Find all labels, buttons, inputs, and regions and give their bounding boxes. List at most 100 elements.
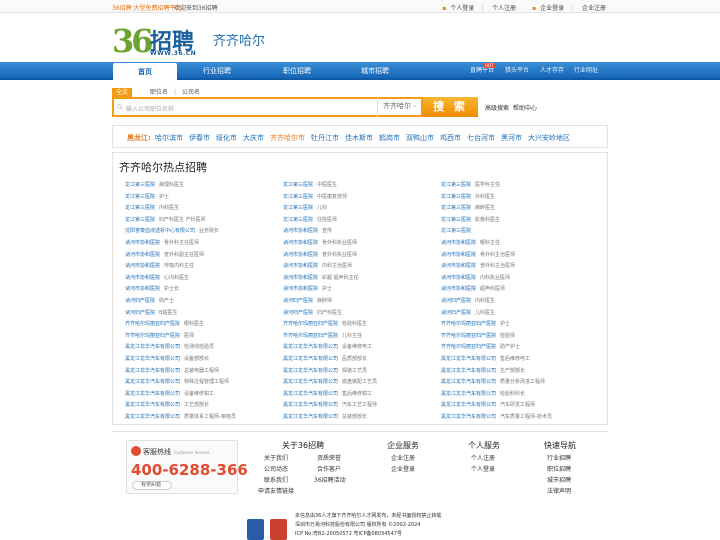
job-company-link[interactable]: 讷河市协和医院 xyxy=(441,263,476,269)
job-position-link[interactable]: 汽车质量工程师-技术员 xyxy=(500,414,552,420)
job-position-link[interactable]: 汽车工艺工程师 xyxy=(342,402,377,408)
job-position-link[interactable]: 焊装工艺员 xyxy=(342,368,367,374)
city-link[interactable]: 牡丹江市 xyxy=(311,133,339,143)
job-company-link[interactable]: 齐齐哈尔玛丽亚妇产医院 xyxy=(441,333,496,339)
footer-link[interactable]: 城市招聘 xyxy=(547,475,571,484)
footer-link[interactable]: 资质荣誉 xyxy=(317,453,341,462)
job-position-link[interactable]: 彩超 超声科主任 xyxy=(322,275,359,281)
footer-link[interactable]: 申请友情链接 xyxy=(258,486,294,495)
job-company-link[interactable]: 龙江第三医院 xyxy=(283,205,313,211)
job-position-link[interactable]: 生产部部长 xyxy=(500,368,525,374)
nav-talent[interactable]: 人才存存 xyxy=(540,62,564,80)
job-company-link[interactable]: 讷河妇产医院 xyxy=(125,310,155,316)
nav-headhunter[interactable]: 猎头平台 xyxy=(505,62,529,80)
help-center-link[interactable]: 帮助中心 xyxy=(513,103,537,112)
job-company-link[interactable]: 黑龙江龙华汽车有限公司 xyxy=(283,356,338,362)
job-position-link[interactable]: 中医医生 xyxy=(317,182,337,188)
job-company-link[interactable]: 齐齐哈尔玛丽亚妇产医院 xyxy=(441,321,496,327)
job-company-link[interactable]: 龙江第三医院 xyxy=(441,228,471,234)
job-company-link[interactable]: 讷河市协和医院 xyxy=(125,252,160,258)
job-company-link[interactable]: 黑龙江龙华汽车有限公司 xyxy=(125,344,180,350)
job-position-link[interactable]: 宣传 xyxy=(322,228,332,234)
job-position-link[interactable]: B超医生 xyxy=(159,310,177,316)
job-position-link[interactable]: 工艺部部长 xyxy=(184,402,209,408)
city-select[interactable]: 齐齐哈尔 ⌄ xyxy=(377,97,423,117)
footer-link[interactable]: 法律声明 xyxy=(547,486,571,495)
job-company-link[interactable]: 黑龙江龙华汽车有限公司 xyxy=(441,368,496,374)
job-position-link[interactable]: 医学科主任 xyxy=(475,182,500,188)
job-company-link[interactable]: 龙江第三医院 xyxy=(125,182,155,188)
job-position-link[interactable]: 住院医师 xyxy=(317,217,337,223)
job-company-link[interactable]: 黑龙江龙华汽车有限公司 xyxy=(441,402,496,408)
job-company-link[interactable]: 黑龙江龙华汽车有限公司 xyxy=(283,344,338,350)
footer-link[interactable]: 关于我们 xyxy=(264,453,288,462)
company-login-link[interactable]: 企业登录 xyxy=(540,5,564,12)
city-link[interactable]: 大庆市 xyxy=(243,133,264,143)
job-position-link[interactable]: 妇产科医生 xyxy=(317,310,342,316)
nav-city[interactable]: 城市招聘 xyxy=(343,62,407,80)
job-position-link[interactable]: 内科医生 xyxy=(159,205,179,211)
job-position-link[interactable]: 业务院长 xyxy=(199,228,219,234)
footer-link[interactable]: 公司动态 xyxy=(264,464,288,473)
job-company-link[interactable]: 讷河市协和医院 xyxy=(283,240,318,246)
job-position-link[interactable]: 总装部部长 xyxy=(342,414,367,420)
search-tab-company[interactable]: 公司名 xyxy=(182,88,200,97)
job-position-link[interactable]: 检验师 xyxy=(500,333,515,339)
city-link[interactable]: 佳木斯市 xyxy=(345,133,373,143)
job-company-link[interactable]: 黑龙江龙华汽车有限公司 xyxy=(441,414,496,420)
footer-link[interactable]: 个人登录 xyxy=(471,464,495,473)
job-company-link[interactable]: 讷河市协和医院 xyxy=(441,252,476,258)
job-company-link[interactable]: 沈阳誉泰血液透析中心有限公司 xyxy=(125,228,195,234)
job-position-link[interactable]: 医师 xyxy=(184,333,194,339)
job-position-link[interactable]: 骨外科主任医师 xyxy=(164,240,199,246)
city-link[interactable]: 七台河市 xyxy=(467,133,495,143)
job-company-link[interactable]: 齐齐哈尔玛丽亚妇产医院 xyxy=(283,321,338,327)
job-company-link[interactable]: 龙江第三医院 xyxy=(125,194,155,200)
job-position-link[interactable]: 呼吸内科主任 xyxy=(164,263,194,269)
job-position-link[interactable]: 底盘装配工艺员 xyxy=(342,379,377,385)
search-tab-fulltext[interactable]: 全文 xyxy=(112,88,133,97)
job-position-link[interactable]: 检验科科长 xyxy=(500,391,525,397)
job-position-link[interactable]: 中医康复技师 xyxy=(317,194,347,200)
job-position-link[interactable]: 儿科 xyxy=(317,205,327,211)
job-company-link[interactable]: 黑龙江龙华汽车有限公司 xyxy=(125,402,180,408)
job-company-link[interactable]: 讷河妇产医院 xyxy=(283,298,313,304)
job-company-link[interactable]: 龙江第三医院 xyxy=(441,194,471,200)
job-company-link[interactable]: 黑龙江龙华汽车有限公司 xyxy=(283,391,338,397)
city-link[interactable]: 双鸭山市 xyxy=(406,133,434,143)
advanced-search-link[interactable]: 高级搜索 xyxy=(485,103,509,112)
job-position-link[interactable]: 助产护士 xyxy=(500,344,520,350)
nav-home[interactable]: 首页 xyxy=(113,63,177,82)
job-company-link[interactable]: 讷河市协和医院 xyxy=(441,275,476,281)
job-position-link[interactable]: 心内科医生 xyxy=(164,275,189,281)
job-company-link[interactable]: 讷河市协和医院 xyxy=(441,286,476,292)
job-position-link[interactable]: 护士 xyxy=(500,321,510,327)
person-login-link[interactable]: 个人登录 xyxy=(450,5,474,12)
job-position-link[interactable]: 麻醉师 xyxy=(317,298,332,304)
job-position-link[interactable]: 护士 xyxy=(159,194,169,200)
job-position-link[interactable]: 总装电器工程师 xyxy=(184,368,219,374)
job-position-link[interactable]: 内科医生 xyxy=(475,298,495,304)
job-company-link[interactable]: 黑龙江龙华汽车有限公司 xyxy=(125,379,180,385)
city-link[interactable]: 鸡西市 xyxy=(440,133,461,143)
job-company-link[interactable]: 齐齐哈尔玛丽亚妇产医院 xyxy=(125,321,180,327)
job-company-link[interactable]: 黑龙江龙华汽车有限公司 xyxy=(441,356,496,362)
footer-link[interactable]: 行业招聘 xyxy=(547,453,571,462)
job-position-link[interactable]: 超声科医师 xyxy=(480,286,505,292)
job-company-link[interactable]: 讷河市协和医院 xyxy=(125,240,160,246)
city-link[interactable]: 伊春市 xyxy=(189,133,210,143)
job-position-link[interactable]: 病理科医生 xyxy=(159,182,184,188)
job-position-link[interactable]: 品质部部长 xyxy=(342,356,367,362)
job-company-link[interactable]: 龙江第三医院 xyxy=(441,217,471,223)
job-position-link[interactable]: 特殊过程管理工程师 xyxy=(184,379,229,385)
job-position-link[interactable]: 设备维修电工 xyxy=(342,344,372,350)
city-link[interactable]: 绥化市 xyxy=(216,133,237,143)
city-link[interactable]: 黑河市 xyxy=(501,133,522,143)
job-position-link[interactable]: 售后维修电工 xyxy=(500,356,530,362)
job-company-link[interactable]: 讷河市协和医院 xyxy=(125,263,160,269)
search-tab-position[interactable]: 职位名 xyxy=(150,88,168,97)
footer-link[interactable]: 企业注册 xyxy=(391,453,415,462)
city-link[interactable]: 大兴安岭地区 xyxy=(528,133,570,143)
city-link[interactable]: 鹤岗市 xyxy=(379,133,400,143)
footer-link[interactable]: 个人注册 xyxy=(471,453,495,462)
